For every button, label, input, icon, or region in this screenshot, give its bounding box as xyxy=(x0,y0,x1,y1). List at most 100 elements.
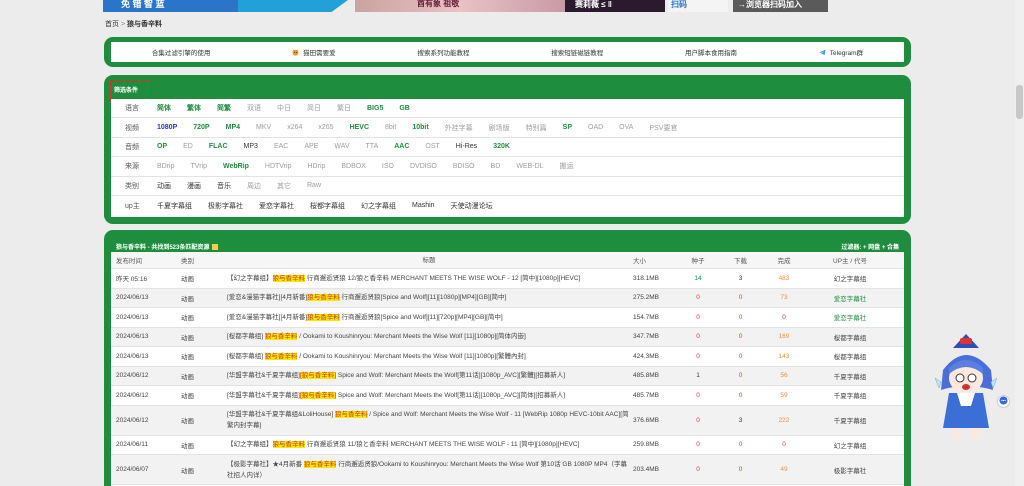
list-filter-actions[interactable]: 过滤器: + 网盘 + 合集 xyxy=(841,242,899,251)
filter-option[interactable]: 音乐 xyxy=(217,181,231,191)
row-category[interactable]: 动画 xyxy=(181,308,221,327)
row-category[interactable]: 动画 xyxy=(181,386,221,405)
table-row[interactable]: 2024/06/12 动画 [华盟字幕社&千夏字幕组&LoliHouse] 狼与香辛… xyxy=(111,405,904,436)
filter-option[interactable]: MKV xyxy=(256,124,271,131)
filter-option[interactable]: AAC xyxy=(394,143,409,150)
filter-option[interactable]: BDBOX xyxy=(341,163,366,170)
filter-option[interactable]: 简繁 xyxy=(217,103,231,113)
filter-option[interactable]: Hi-Res xyxy=(456,143,477,150)
row-title-link[interactable]: [华盟字幕社&千夏字幕组&LoliHouse] 狼与香辛料 / Spice an… xyxy=(227,406,631,435)
row-uploader[interactable]: 桜都字幕组 xyxy=(805,328,895,347)
row-title-link[interactable]: [爱恋&漫猫字幕社][4月新番]狼与香辛料 行商邂逅贤狼[Spice and W… xyxy=(227,289,631,308)
filter-option[interactable]: 繁体 xyxy=(187,103,201,113)
filter-option[interactable]: 320K xyxy=(493,143,510,150)
row-title-link[interactable]: 【幻之字幕组】狼与香辛料 行商邂逅贤狼 12/狼と香辛料 MERCHANT ME… xyxy=(227,269,631,288)
row-title-link[interactable]: [爱恋&漫猫字幕社][4月新番]狼与香辛料 行商邂逅贤狼[Spice and W… xyxy=(227,308,631,327)
row-category[interactable]: 动画 xyxy=(181,347,221,366)
table-row[interactable]: 2024/06/13 动画 [爱恋&漫猫字幕社][4月新番]狼与香辛料 行商邂逅贤狼… xyxy=(111,308,904,328)
table-row[interactable]: 2024/06/13 动画 [桜都字幕组] 狼与香辛料 / Ookami to Ko… xyxy=(111,327,904,347)
header-category[interactable]: 类别 xyxy=(181,252,221,268)
header-time[interactable]: 发布时间 xyxy=(116,252,186,268)
banner-ad-blue[interactable] xyxy=(238,0,348,12)
row-category[interactable]: 动画 xyxy=(181,436,221,455)
row-category[interactable]: 动画 xyxy=(181,289,221,308)
banner-qr[interactable]: 扫码 xyxy=(668,0,728,12)
filter-option[interactable]: TTA xyxy=(366,143,379,150)
nav-item-filter-guide[interactable]: 合集过滤引擎的使用 xyxy=(152,47,211,57)
chat-bubble-button[interactable] xyxy=(997,395,1010,408)
filter-option[interactable]: 周边 xyxy=(247,181,261,191)
filter-option[interactable]: OST xyxy=(425,143,439,150)
row-title-link[interactable]: [桜都字幕组] 狼与香辛料 / Ookami to Koushinryou: M… xyxy=(227,347,631,366)
filter-option[interactable]: SP xyxy=(563,124,572,131)
filter-option[interactable]: DVDISO xyxy=(410,163,437,170)
banner-ad-dark[interactable]: 赛莉薇 ≤ ‖ xyxy=(565,0,665,12)
filter-option[interactable]: GB xyxy=(399,105,410,112)
filter-option[interactable]: 其它 xyxy=(277,181,291,191)
breadcrumb-home[interactable]: 首页 xyxy=(105,21,119,28)
header-uploader[interactable]: UP主 / 代号 xyxy=(805,252,895,268)
filter-option[interactable]: 繁日 xyxy=(337,103,351,113)
nav-item-telegram[interactable]: Telegram群 xyxy=(819,47,863,57)
filter-option[interactable]: HEVC xyxy=(350,124,369,131)
row-title-link[interactable]: [桜都字幕组] 狼与香辛料 / Ookami to Koushinryou: M… xyxy=(227,328,631,347)
row-category[interactable]: 动画 xyxy=(181,455,221,484)
filter-option[interactable]: 极影字幕社 xyxy=(208,201,243,211)
row-uploader[interactable]: 千夏字幕组 xyxy=(805,367,895,386)
nav-item-cat-love[interactable]: 猫田需要爱 xyxy=(292,47,336,57)
filter-option[interactable]: 外挂字幕 xyxy=(445,123,473,133)
filter-option[interactable]: 漫画 xyxy=(187,181,201,191)
filter-option[interactable]: 10bit xyxy=(412,124,428,131)
nav-item-search-tutorial[interactable]: 搜索系列功能教程 xyxy=(417,47,469,57)
filter-option[interactable]: 天使动漫论坛 xyxy=(451,201,493,211)
table-row[interactable]: 2024/06/11 动画 【幻之字幕组】狼与香辛料 行商邂逅贤狼 11/狼と香辛料… xyxy=(111,436,904,455)
row-title-link[interactable]: [华盟字幕社&千夏字幕组][狼与香辛料] Spice and Wolf: Mer… xyxy=(227,386,631,405)
filter-option[interactable]: BIG5 xyxy=(367,105,383,112)
header-seeders[interactable]: 种子 xyxy=(678,252,718,268)
filter-option[interactable]: 双语 xyxy=(247,103,261,113)
filter-option[interactable]: 千夏字幕组 xyxy=(157,201,192,211)
filter-option[interactable]: 1080P xyxy=(157,124,177,131)
filter-option[interactable]: ISO xyxy=(382,163,394,170)
filter-option[interactable]: MP3 xyxy=(244,143,258,150)
table-row[interactable]: 2024/06/13 动画 [桜都字幕组] 狼与香辛料 / Ookami to Ko… xyxy=(111,347,904,367)
row-title-link[interactable]: 【幻之字幕组】狼与香辛料 行商邂逅贤狼 11/狼と香辛料 MERCHANT ME… xyxy=(227,436,631,455)
filter-option[interactable]: OP xyxy=(157,143,167,150)
top-banner[interactable]: 免 错 智 蓝 酋有象 祖敬 赛莉薇 ≤ ‖ 扫码 →浏览器扫码加入 xyxy=(0,0,1024,12)
nav-item-magnet-tutorial[interactable]: 搜索短链磁链教程 xyxy=(551,47,603,57)
banner-browser[interactable]: →浏览器扫码加入 xyxy=(733,0,828,12)
row-uploader[interactable]: 爱恋字幕社 xyxy=(805,308,895,327)
filter-option[interactable]: HDrip xyxy=(308,163,326,170)
row-category[interactable]: 动画 xyxy=(181,406,221,435)
filter-option[interactable]: 爱恋字幕社 xyxy=(259,201,294,211)
filter-option[interactable]: Raw xyxy=(307,182,321,189)
filter-option[interactable]: 720P xyxy=(193,124,209,131)
filter-option[interactable]: WebRip xyxy=(223,163,249,170)
rss-icon[interactable] xyxy=(212,243,219,250)
filter-option[interactable]: BDrip xyxy=(157,163,175,170)
row-uploader[interactable]: 千夏字幕组 xyxy=(805,386,895,405)
filter-option[interactable]: 桜都字幕组 xyxy=(310,201,345,211)
filter-option[interactable]: x265 xyxy=(318,124,333,131)
header-size[interactable]: 大小 xyxy=(633,252,678,268)
table-row[interactable]: 昨天 05:16 动画 【幻之字幕组】狼与香辛料 行商邂逅贤狼 12/狼と香辛料 M… xyxy=(111,269,904,289)
row-category[interactable]: 动画 xyxy=(181,328,221,347)
row-category[interactable]: 动画 xyxy=(181,269,221,288)
filter-option[interactable]: WEB-DL xyxy=(516,163,543,170)
header-downloads[interactable]: 下载 xyxy=(718,252,763,268)
filter-option[interactable]: WAV xyxy=(334,143,349,150)
nav-item-userscript-guide[interactable]: 用户脚本食用指南 xyxy=(685,47,737,57)
filter-option[interactable]: Mashin xyxy=(412,202,435,209)
filter-option[interactable]: 剧场版 xyxy=(489,123,510,133)
mascot-character-image[interactable] xyxy=(934,330,998,440)
filter-option[interactable]: FLAC xyxy=(209,143,228,150)
filter-option[interactable]: EAC xyxy=(274,143,288,150)
row-uploader[interactable]: 爱恋字幕社 xyxy=(805,289,895,308)
filter-option[interactable]: x264 xyxy=(287,124,302,131)
filter-option[interactable]: BDISO xyxy=(453,163,475,170)
row-uploader[interactable]: 桜都字幕组 xyxy=(805,347,895,366)
banner-ad-left[interactable]: 免 错 智 蓝 xyxy=(103,0,238,12)
filter-option[interactable]: 中日 xyxy=(277,103,291,113)
filter-option[interactable]: PSV要官 xyxy=(649,123,677,133)
filter-option[interactable]: 简体 xyxy=(157,103,171,113)
